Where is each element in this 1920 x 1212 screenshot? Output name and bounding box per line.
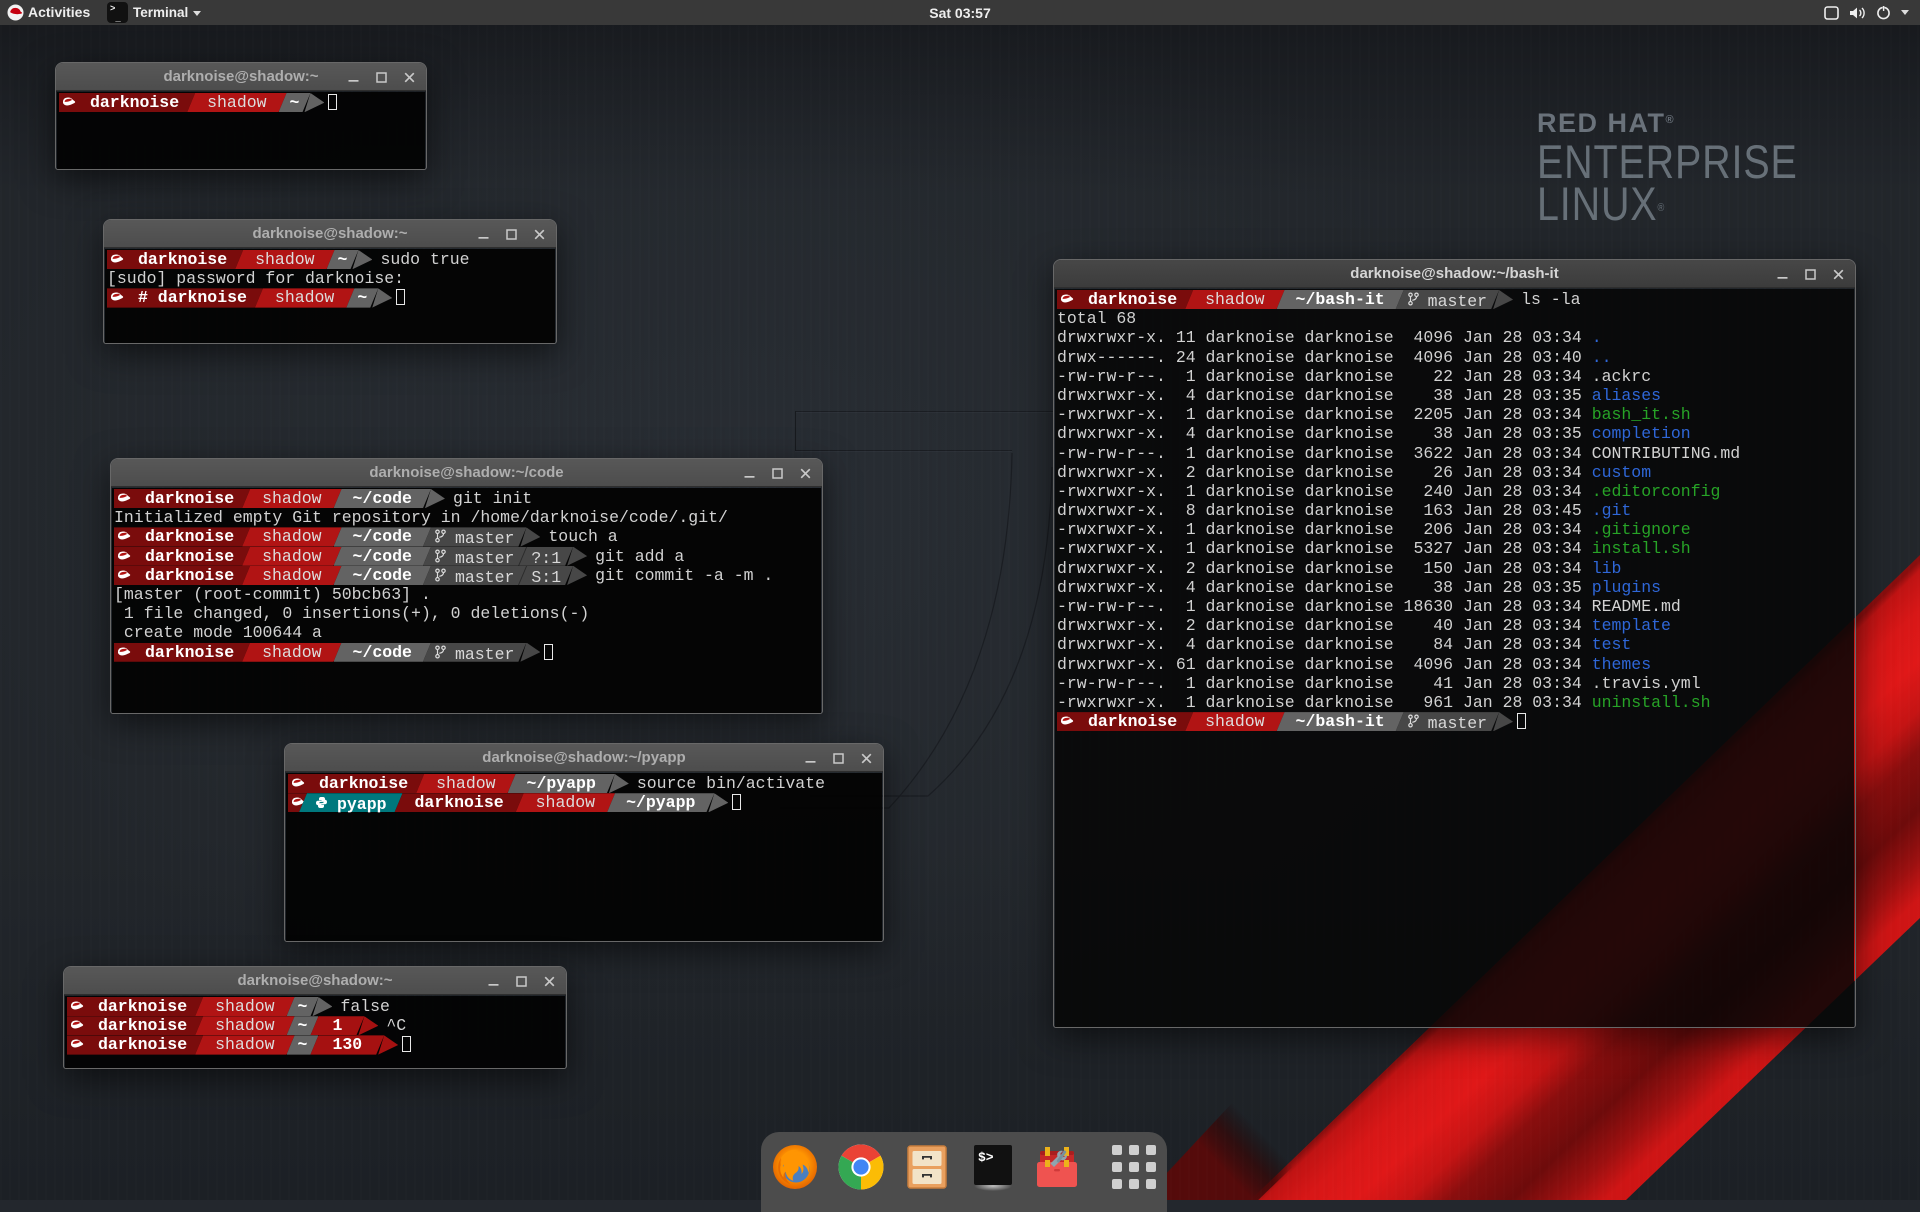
svg-text:$>: $> xyxy=(978,1150,994,1165)
